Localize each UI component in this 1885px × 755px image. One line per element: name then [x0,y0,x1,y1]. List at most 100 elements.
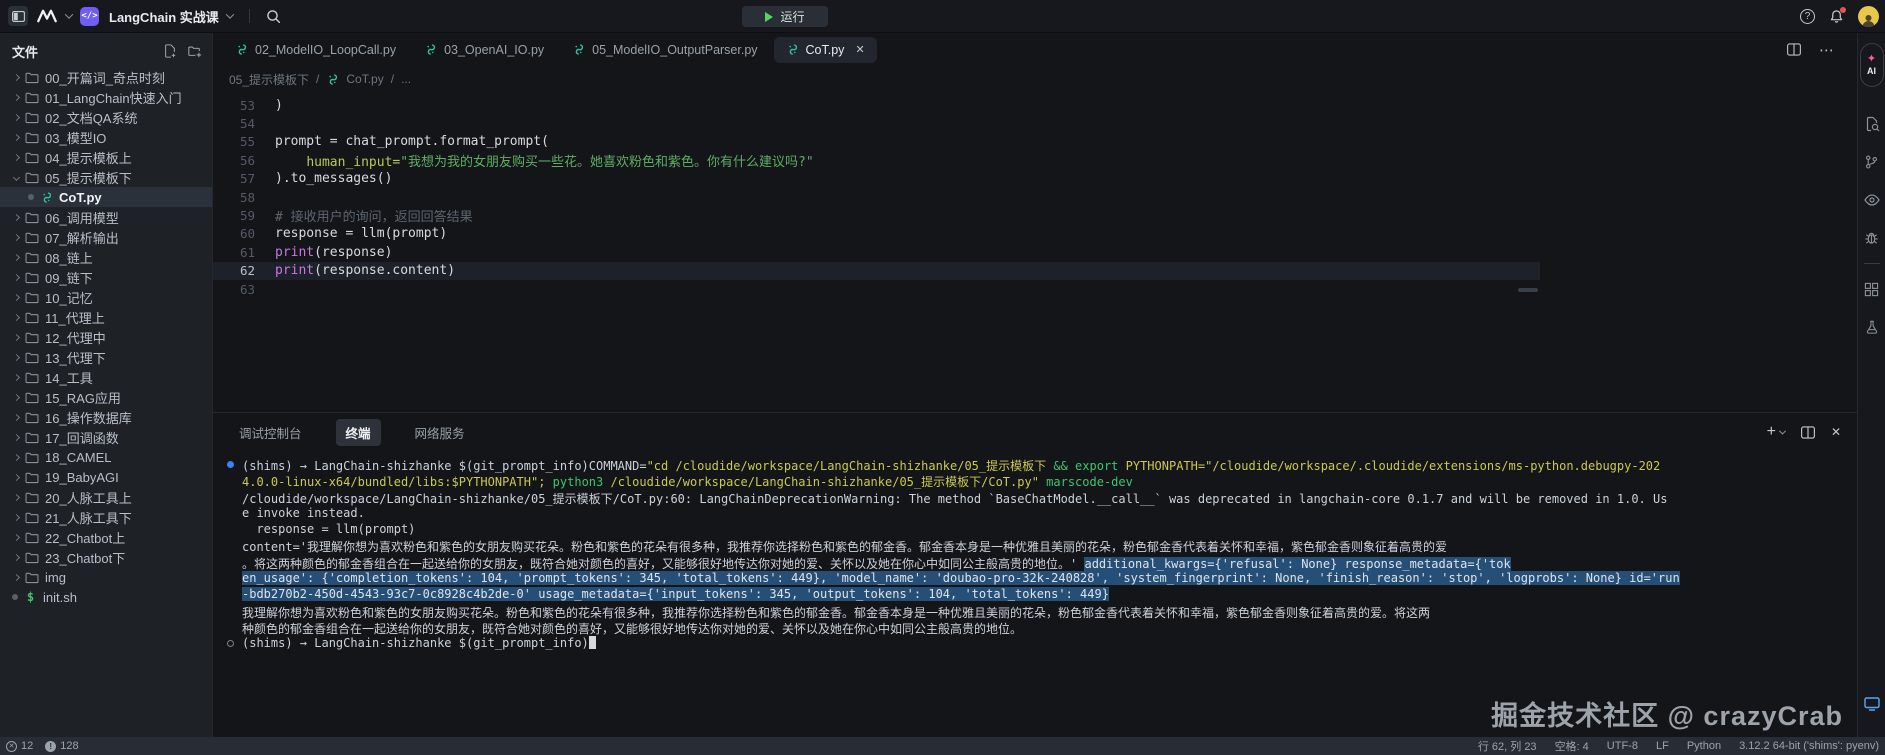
code-text: print(response.content) [255,263,455,278]
logo-chevron-icon[interactable] [65,10,73,18]
avatar[interactable] [1858,6,1879,27]
tree-folder-01_LangChain快速入门[interactable]: 01_LangChain快速入门 [0,87,212,107]
tree-folder-17_回调函数[interactable]: 17_回调函数 [0,427,212,447]
folder-icon [25,511,39,524]
tree-folder-10_记忆[interactable]: 10_记忆 [0,287,212,307]
remote-monitor-icon[interactable] [1858,685,1885,723]
tree-folder-15_RAG应用[interactable]: 15_RAG应用 [0,387,212,407]
notifications-bell-icon[interactable] [1829,9,1844,24]
tree-item-label: 13_代理下 [45,348,106,367]
chevron-icon [13,213,20,220]
code-line-58[interactable]: 58 [213,188,1857,206]
editor-tab-03_OpenAI_IO.py[interactable]: 03_OpenAI_IO.py [412,37,556,63]
test-flask-icon[interactable] [1858,308,1885,346]
folder-icon [25,291,39,304]
statusbar-encoding[interactable]: UTF-8 [1607,740,1638,752]
code-lines: 53)5455prompt = chat_prompt.format_promp… [213,96,1857,298]
breadcrumb-item[interactable]: 05_提示模板下 [229,71,309,88]
tree-folder-06_调用模型[interactable]: 06_调用模型 [0,207,212,227]
editor-tab-CoT.py[interactable]: CoT.py✕ [774,37,877,63]
tree-file-CoT.py[interactable]: CoT.py [0,187,212,207]
panel-tab-网络服务[interactable]: 网络服务 [405,419,475,446]
tree-folder-04_提示模板上[interactable]: 04_提示模板上 [0,147,212,167]
tree-folder-16_操作数据库[interactable]: 16_操作数据库 [0,407,212,427]
code-line-62[interactable]: 62print(response.content) [213,262,1857,280]
panel-tab-终端[interactable]: 终端 [336,419,381,446]
folder-icon [25,451,39,464]
tree-folder-08_链上[interactable]: 08_链上 [0,247,212,267]
debug-bug-icon[interactable] [1858,219,1885,257]
git-branch-icon[interactable] [1858,143,1885,181]
tree-folder-11_代理上[interactable]: 11_代理上 [0,307,212,327]
close-tab-icon[interactable]: ✕ [855,43,864,56]
problems-warning-icon[interactable]: !128 [45,740,78,752]
tree-folder-14_工具[interactable]: 14_工具 [0,367,212,387]
tree-item-label: 15_RAG应用 [45,388,121,407]
code-line-55[interactable]: 55prompt = chat_prompt.format_prompt( [213,133,1857,151]
code-line-54[interactable]: 54 [213,114,1857,132]
split-editor-icon[interactable] [1787,43,1801,56]
close-panel-icon[interactable]: ✕ [1831,425,1841,439]
editor-scrollbar-thumb[interactable] [1518,288,1538,292]
new-folder-icon[interactable] [187,44,202,58]
code-editor[interactable]: 53)5455prompt = chat_prompt.format_promp… [213,92,1857,412]
tree-folder-19_BabyAGI[interactable]: 19_BabyAGI [0,467,212,487]
help-icon[interactable]: ? [1800,9,1815,24]
search-icon[interactable] [266,9,281,24]
plus-icon: + [1767,423,1776,441]
file-search-icon[interactable] [1858,105,1885,143]
preview-eye-icon[interactable] [1858,181,1885,219]
tree-folder-07_解析输出[interactable]: 07_解析输出 [0,227,212,247]
statusbar-language-mode[interactable]: Python [1687,740,1721,752]
breadcrumb-item[interactable]: ... [401,72,411,86]
tree-item-label: 03_模型IO [45,128,106,147]
code-line-61[interactable]: 61print(response) [213,243,1857,261]
split-panel-icon[interactable] [1801,426,1815,439]
code-line-63[interactable]: 63 [213,280,1857,298]
tree-folder-09_链下[interactable]: 09_链下 [0,267,212,287]
code-line-60[interactable]: 60response = llm(prompt) [213,225,1857,243]
terminal-line-1: (shims) → LangChain-shizhanke $(git_prom… [213,457,1857,473]
bottom-panel: 调试控制台终端网络服务 + ✕ (shims) → LangChain-shiz… [213,412,1857,737]
statusbar-eol[interactable]: LF [1656,740,1669,752]
code-line-57[interactable]: 57).to_messages() [213,170,1857,188]
tree-folder-20_人脉工具上[interactable]: 20_人脉工具上 [0,487,212,507]
problems-error-icon[interactable]: ✕12 [6,740,33,752]
extensions-grid-icon[interactable] [1858,270,1885,308]
tree-folder-05_提示模板下[interactable]: 05_提示模板下 [0,167,212,187]
editor-tab-02_ModelIO_LoopCall.py[interactable]: 02_ModelIO_LoopCall.py [223,37,408,63]
statusbar-cursor-position[interactable]: 行 62, 列 23 [1478,738,1537,754]
code-line-56[interactable]: 56 human_input="我想为我的女朋友购买一些花。她喜欢粉色和紫色。你… [213,151,1857,169]
panel-tab-调试控制台[interactable]: 调试控制台 [229,419,312,446]
editor-tab-05_ModelIO_OutputParser.py[interactable]: 05_ModelIO_OutputParser.py [560,37,769,63]
statusbar-indentation[interactable]: 空格: 4 [1555,738,1589,754]
new-terminal-button[interactable]: + [1767,423,1785,441]
tree-folder-21_人脉工具下[interactable]: 21_人脉工具下 [0,507,212,527]
project-chevron-icon[interactable] [226,10,234,18]
tree-folder-18_CAMEL[interactable]: 18_CAMEL [0,447,212,467]
project-name[interactable]: LangChain 实战课 [109,7,219,26]
chevron-icon [13,373,20,380]
ai-assistant-button[interactable]: ✦ AI [1860,43,1884,87]
toggle-sidebar-icon[interactable] [8,6,28,26]
statusbar-python-interpreter[interactable]: 3.12.2 64-bit ('shims': pyenv) [1739,740,1879,752]
tree-file-init.sh[interactable]: $init.sh [0,587,212,607]
marscode-logo[interactable] [36,9,58,23]
chevron-icon [13,433,20,440]
breadcrumb-item[interactable]: CoT.py [346,72,383,86]
tree-folder-23_Chatbot下[interactable]: 23_Chatbot下 [0,547,212,567]
tree-item-label: CoT.py [59,190,102,205]
tree-folder-13_代理下[interactable]: 13_代理下 [0,347,212,367]
tree-folder-00_开篇词_奇点时刻[interactable]: 00_开篇词_奇点时刻 [0,67,212,87]
tree-folder-02_文档QA系统[interactable]: 02_文档QA系统 [0,107,212,127]
code-line-59[interactable]: 59# 接收用户的询问，返回回答结果 [213,206,1857,224]
run-button[interactable]: 运行 [742,6,828,27]
tree-folder-12_代理中[interactable]: 12_代理中 [0,327,212,347]
tree-folder-03_模型IO[interactable]: 03_模型IO [0,127,212,147]
more-actions-icon[interactable]: ⋯ [1819,41,1835,59]
tree-folder-img[interactable]: img [0,567,212,587]
tree-folder-22_Chatbot上[interactable]: 22_Chatbot上 [0,527,212,547]
new-file-icon[interactable] [163,44,177,58]
chevron-icon [13,333,20,340]
code-line-53[interactable]: 53) [213,96,1857,114]
